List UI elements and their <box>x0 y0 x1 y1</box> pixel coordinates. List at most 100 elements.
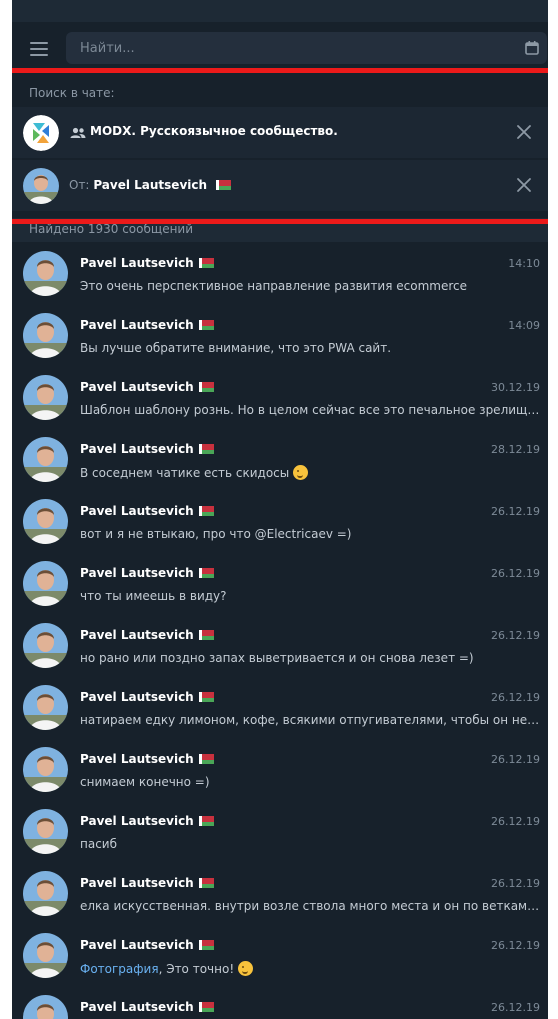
message-preview-text: что ты имеешь в виду? <box>80 589 227 603</box>
avatar <box>23 313 68 358</box>
message-time: 26.12.19 <box>491 505 540 518</box>
message-time: 26.12.19 <box>491 1001 540 1014</box>
belarus-flag-icon <box>215 180 231 190</box>
message-preview: Шаблон шаблону рознь. Но в целом сейчас … <box>80 403 540 417</box>
message-time: 26.12.19 <box>491 815 540 828</box>
result-item[interactable]: Pavel Lautsevich 30.12.19 Шаблон шаблону р… <box>12 366 548 428</box>
chat-name: MODX. Русскоязычное сообщество. <box>90 124 338 138</box>
belarus-flag-icon <box>198 816 214 826</box>
result-item[interactable]: Pavel Lautsevich 26.12.19 вот и я не втыка… <box>12 490 548 552</box>
belarus-flag-icon <box>198 444 214 454</box>
avatar <box>23 623 68 668</box>
chat-filter[interactable]: MODX. Русскоязычное сообщество. <box>12 107 548 158</box>
close-icon[interactable] <box>516 177 532 193</box>
belarus-flag-icon <box>198 258 214 268</box>
search-results-list: Pavel Lautsevich 14:10 Это очень перспекти… <box>12 242 548 1019</box>
sender-name: Pavel Lautsevich <box>80 1000 194 1014</box>
message-preview: но рано или поздно запах выветривается и… <box>80 651 540 665</box>
sender-name: Pavel Lautsevich <box>80 380 194 394</box>
result-item[interactable]: Pavel Lautsevich 14:10 Это очень перспекти… <box>12 242 548 304</box>
result-item[interactable]: Pavel Lautsevich 26.12.19 <box>12 986 548 1019</box>
title-strip <box>12 0 548 22</box>
avatar <box>23 809 68 854</box>
message-preview: В соседнем чатике есть скидосы <box>80 465 540 480</box>
avatar <box>23 871 68 916</box>
avatar <box>23 933 68 978</box>
message-preview: вот и я не втыкаю, про что @Electricaev … <box>80 527 540 541</box>
result-item[interactable]: Pavel Lautsevich 26.12.19 что ты имеешь в … <box>12 552 548 614</box>
message-sender: Pavel Lautsevich <box>80 814 214 828</box>
sender-name: Pavel Lautsevich <box>80 690 194 704</box>
search-filters-panel: Поиск в чате: MODX. Русскоязычное сообще… <box>12 74 548 218</box>
user-avatar <box>23 168 59 204</box>
message-preview-text: снимаем конечно =) <box>80 775 210 789</box>
search-input[interactable] <box>66 32 547 64</box>
message-preview: снимаем конечно =) <box>80 775 540 789</box>
belarus-flag-icon <box>198 568 214 578</box>
message-preview: Вы лучше обратите внимание, что это PWA … <box>80 341 540 355</box>
results-count: Найдено 1930 сообщений <box>12 218 548 242</box>
group-icon <box>70 127 86 138</box>
wink-emoji-icon <box>293 465 309 480</box>
result-item[interactable]: Pavel Lautsevich 26.12.19 Фотография, Это … <box>12 924 548 986</box>
avatar <box>23 375 68 420</box>
sender-name: Pavel Lautsevich <box>80 318 194 332</box>
message-sender: Pavel Lautsevich <box>80 690 214 704</box>
belarus-flag-icon <box>198 692 214 702</box>
sender-name: Pavel Lautsevich <box>80 938 194 952</box>
message-preview-text: елка искусственная. внутри возле ствола … <box>80 899 540 913</box>
close-icon[interactable] <box>516 124 532 140</box>
from-filter-text: От: Pavel Lautsevich <box>69 178 231 192</box>
message-preview-text: но рано или поздно запах выветривается и… <box>80 651 474 665</box>
message-preview-text: Это очень перспективное направление разв… <box>80 279 467 293</box>
belarus-flag-icon <box>198 1002 214 1012</box>
chat-avatar <box>23 115 59 151</box>
calendar-icon[interactable] <box>524 40 540 56</box>
sender-name: Pavel Lautsevich <box>80 566 194 580</box>
belarus-flag-icon <box>198 754 214 764</box>
message-sender: Pavel Lautsevich <box>80 938 214 952</box>
sender-name: Pavel Lautsevich <box>80 504 194 518</box>
from-filter[interactable]: От: Pavel Lautsevich <box>12 160 548 211</box>
message-sender: Pavel Lautsevich <box>80 318 214 332</box>
message-time: 26.12.19 <box>491 567 540 580</box>
message-sender: Pavel Lautsevich <box>80 504 214 518</box>
result-item[interactable]: Pavel Lautsevich 26.12.19 но рано или позд… <box>12 614 548 676</box>
message-time: 26.12.19 <box>491 939 540 952</box>
avatar <box>23 251 68 296</box>
message-preview-text: натираем едку лимоном, кофе, всякими отп… <box>80 713 540 727</box>
result-item[interactable]: Pavel Lautsevich 26.12.19 снимаем конечно … <box>12 738 548 800</box>
result-item[interactable]: Pavel Lautsevich 26.12.19 натираем едку ли… <box>12 676 548 738</box>
message-preview: натираем едку лимоном, кофе, всякими отп… <box>80 713 540 727</box>
message-preview-text: Шаблон шаблону рознь. Но в целом сейчас … <box>80 403 540 417</box>
photo-link[interactable]: Фотография <box>80 962 159 976</box>
belarus-flag-icon <box>198 940 214 950</box>
message-time: 30.12.19 <box>491 381 540 394</box>
message-sender: Pavel Lautsevich <box>80 442 214 456</box>
avatar <box>23 499 68 544</box>
message-preview-text: , Это точно! <box>158 962 235 976</box>
sender-name: Pavel Lautsevich <box>80 752 194 766</box>
message-preview-text: Вы лучше обратите внимание, что это PWA … <box>80 341 392 355</box>
sender-name: Pavel Lautsevich <box>80 442 194 456</box>
message-preview: Это очень перспективное направление разв… <box>80 279 540 293</box>
message-sender: Pavel Lautsevich <box>80 752 214 766</box>
message-sender: Pavel Lautsevich <box>80 256 214 270</box>
sender-name: Pavel Lautsevich <box>80 256 194 270</box>
message-preview: елка искусственная. внутри возле ствола … <box>80 899 540 913</box>
result-item[interactable]: Pavel Lautsevich 26.12.19 елка искусственн… <box>12 862 548 924</box>
avatar <box>23 561 68 606</box>
message-preview: что ты имеешь в виду? <box>80 589 540 603</box>
from-prefix: От: <box>69 178 90 192</box>
message-sender: Pavel Lautsevich <box>80 628 214 642</box>
result-item[interactable]: Pavel Lautsevich 14:09 Вы лучше обратите в… <box>12 304 548 366</box>
result-item[interactable]: Pavel Lautsevich 26.12.19 пасиб <box>12 800 548 862</box>
belarus-flag-icon <box>198 320 214 330</box>
belarus-flag-icon <box>198 506 214 516</box>
message-time: 26.12.19 <box>491 691 540 704</box>
result-item[interactable]: Pavel Lautsevich 28.12.19 В соседнем чатик… <box>12 428 548 490</box>
message-preview-text: пасиб <box>80 837 117 851</box>
hamburger-menu-icon[interactable] <box>30 42 48 56</box>
search-bar <box>12 22 548 66</box>
message-time: 26.12.19 <box>491 629 540 642</box>
